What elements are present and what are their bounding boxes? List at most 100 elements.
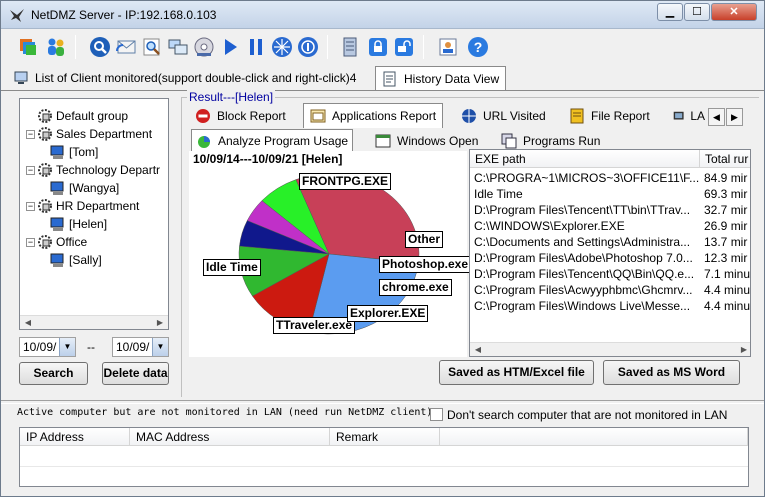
column-header-ip-address[interactable]: IP Address bbox=[20, 428, 130, 446]
tree-item-tom[interactable]: [Tom] bbox=[50, 143, 98, 161]
lan-icon bbox=[673, 111, 684, 120]
disk-icon[interactable] bbox=[191, 33, 217, 61]
pane-splitter[interactable] bbox=[1, 400, 764, 404]
column-header-exe-path[interactable]: EXE path bbox=[470, 150, 700, 168]
collapse-icon[interactable]: − bbox=[26, 165, 35, 175]
tree-item-office[interactable]: − Office bbox=[26, 233, 87, 251]
table-row[interactable]: C:\Documents and Settings\Administra... 1… bbox=[470, 234, 750, 250]
globe-icon bbox=[462, 109, 476, 123]
cell-total-run: 26.9 mir bbox=[704, 219, 748, 233]
tree-item-hr-department[interactable]: − HR Department bbox=[26, 197, 139, 215]
tree-item-technology-department[interactable]: − Technology Departr bbox=[26, 161, 160, 179]
network-icon[interactable] bbox=[269, 33, 295, 61]
scroll-right-icon[interactable]: ▶ bbox=[736, 343, 750, 356]
exe-usage-table[interactable]: EXE path Total rur C:\PROGRA~1\MICROS~3\… bbox=[469, 149, 751, 357]
tab-scroll-right-icon[interactable]: ▶ bbox=[726, 108, 743, 126]
table-row[interactable]: C:\WINDOWS\Explorer.EXE 26.9 mir bbox=[470, 218, 750, 234]
minimize-button[interactable]: ▁ bbox=[657, 3, 683, 21]
chevron-down-icon[interactable]: ▼ bbox=[152, 338, 168, 356]
analyze-icon bbox=[198, 135, 210, 148]
table-row[interactable]: C:\PROGRA~1\MICROS~3\OFFICE11\F... 84.9 m… bbox=[470, 170, 750, 186]
screens-icon[interactable] bbox=[165, 33, 191, 61]
pause-icon[interactable] bbox=[243, 33, 269, 61]
save-htm-excel-button[interactable]: Saved as HTM/Excel file bbox=[439, 360, 594, 385]
cell-total-run: 69.3 mir bbox=[704, 187, 748, 201]
collapse-icon[interactable]: − bbox=[26, 237, 35, 247]
tab-block-report[interactable]: Block Report bbox=[189, 104, 292, 128]
cell-total-run: 13.7 mir bbox=[704, 235, 748, 249]
tab-file-report[interactable]: File Report bbox=[563, 104, 656, 128]
user-card-icon[interactable] bbox=[435, 33, 461, 61]
tab-client-list[interactable]: List of Client monitored(support double-… bbox=[13, 67, 356, 89]
cell-exe-path: C:\Program Files\Windows Live\Messe... bbox=[474, 299, 691, 313]
pie-label-chrome: chrome.exe bbox=[379, 279, 452, 296]
window-icon bbox=[375, 134, 391, 148]
server-icon[interactable] bbox=[337, 33, 363, 61]
help-icon[interactable]: ? bbox=[465, 33, 491, 61]
tab-analyze-program-usage[interactable]: Analyze Program Usage bbox=[191, 129, 354, 151]
tab-history-data-view[interactable]: History Data View bbox=[375, 66, 507, 90]
column-header-total-run[interactable]: Total rur bbox=[700, 150, 750, 168]
table-row[interactable]: Idle Time 69.3 mir bbox=[470, 186, 750, 202]
maximize-button[interactable]: ☐ bbox=[684, 3, 710, 21]
tab-url-visited[interactable]: URL Visited bbox=[455, 104, 552, 128]
lan-computers-table[interactable]: IP Address MAC Address Remark bbox=[19, 427, 749, 487]
table-row[interactable]: D:\Program Files\Adobe\Photoshop 7.0... 1… bbox=[470, 250, 750, 266]
table-row[interactable]: D:\Program Files\Tencent\QQ\Bin\QQ.e... 7… bbox=[470, 266, 751, 282]
magnifier-icon[interactable] bbox=[139, 33, 165, 61]
collapse-icon[interactable]: − bbox=[26, 201, 35, 211]
play-icon[interactable] bbox=[217, 33, 243, 61]
tab-lan[interactable]: LA bbox=[669, 104, 709, 128]
column-header-remark[interactable]: Remark bbox=[330, 428, 440, 446]
tab-client-list-label: List of Client monitored(support double-… bbox=[35, 71, 357, 85]
tree-item-sally[interactable]: [Sally] bbox=[50, 251, 102, 269]
scroll-left-icon[interactable]: ◀ bbox=[20, 316, 36, 329]
chevron-down-icon[interactable]: ▼ bbox=[59, 338, 75, 356]
table-row[interactable]: C:\Program Files\Acwyyphbmc\Ghcmrv... 4.4… bbox=[470, 282, 750, 298]
column-header-mac-address[interactable]: MAC Address bbox=[130, 428, 330, 446]
title-bar[interactable]: NetDMZ Server - IP:192.168.0.103 ▁ ☐ ✕ bbox=[1, 1, 764, 29]
tree-horizontal-scrollbar[interactable]: ◀ ▶ bbox=[20, 315, 168, 329]
computer-icon bbox=[14, 71, 28, 84]
tree-item-helen[interactable]: [Helen] bbox=[50, 215, 107, 233]
dont-search-checkbox[interactable] bbox=[430, 408, 443, 421]
scroll-left-icon[interactable]: ◀ bbox=[470, 343, 486, 356]
cell-exe-path: D:\Program Files\Adobe\Photoshop 7.0... bbox=[474, 251, 693, 265]
close-button[interactable]: ✕ bbox=[711, 3, 757, 21]
tab-windows-open[interactable]: Windows Open bbox=[371, 131, 482, 151]
search-icon[interactable] bbox=[87, 33, 113, 61]
date-range-dash: -- bbox=[87, 340, 95, 354]
tree-item-sales-department[interactable]: − Sales Department bbox=[26, 125, 152, 143]
lock-icon[interactable] bbox=[365, 33, 391, 61]
tree-item-wangya[interactable]: [Wangya] bbox=[50, 179, 119, 197]
cell-total-run: 7.1 minu bbox=[704, 267, 751, 281]
collapse-icon[interactable]: − bbox=[26, 129, 35, 139]
table-row[interactable]: D:\Program Files\Tencent\TT\bin\TTrav...… bbox=[470, 202, 750, 218]
save-ms-word-button[interactable]: Saved as MS Word bbox=[603, 360, 740, 385]
pie-label-idle-time: Idle Time bbox=[203, 259, 261, 276]
tab-scroll-left-icon[interactable]: ◀ bbox=[708, 108, 725, 126]
delete-data-button[interactable]: Delete data bbox=[102, 362, 169, 385]
lan-status-text: Active computer but are not monitored in… bbox=[17, 407, 433, 418]
table-horizontal-scrollbar[interactable]: ◀ ▶ bbox=[470, 342, 750, 356]
users-icon[interactable] bbox=[43, 33, 69, 61]
tab-programs-run[interactable]: Programs Run bbox=[497, 131, 604, 151]
mail-icon[interactable] bbox=[113, 33, 139, 61]
cell-exe-path: C:\Program Files\Acwyyphbmc\Ghcmrv... bbox=[474, 283, 693, 297]
date-from-picker[interactable]: 10/09/ ▼ bbox=[19, 337, 76, 357]
info-icon[interactable] bbox=[295, 33, 321, 61]
date-to-picker[interactable]: 10/09/ ▼ bbox=[112, 337, 169, 357]
cell-exe-path: C:\PROGRA~1\MICROS~3\OFFICE11\F... bbox=[474, 171, 700, 185]
tab-applications-report[interactable]: Applications Report bbox=[303, 103, 444, 128]
group-tree[interactable]: Default group − Sales Department [Tom] − T… bbox=[19, 98, 169, 330]
tree-item-default-group[interactable]: Default group bbox=[26, 107, 128, 125]
pie-label-frontpg: FRONTPG.EXE bbox=[299, 173, 392, 190]
programs-icon bbox=[501, 133, 517, 149]
scroll-right-icon[interactable]: ▶ bbox=[152, 316, 168, 329]
search-button[interactable]: Search bbox=[19, 362, 88, 385]
stack-icon[interactable] bbox=[15, 33, 41, 61]
application-icon bbox=[310, 109, 326, 123]
top-tabs: List of Client monitored(support double-… bbox=[9, 66, 759, 91]
unlock-icon[interactable] bbox=[391, 33, 417, 61]
table-row[interactable]: C:\Program Files\Windows Live\Messe... 4.… bbox=[470, 298, 750, 314]
